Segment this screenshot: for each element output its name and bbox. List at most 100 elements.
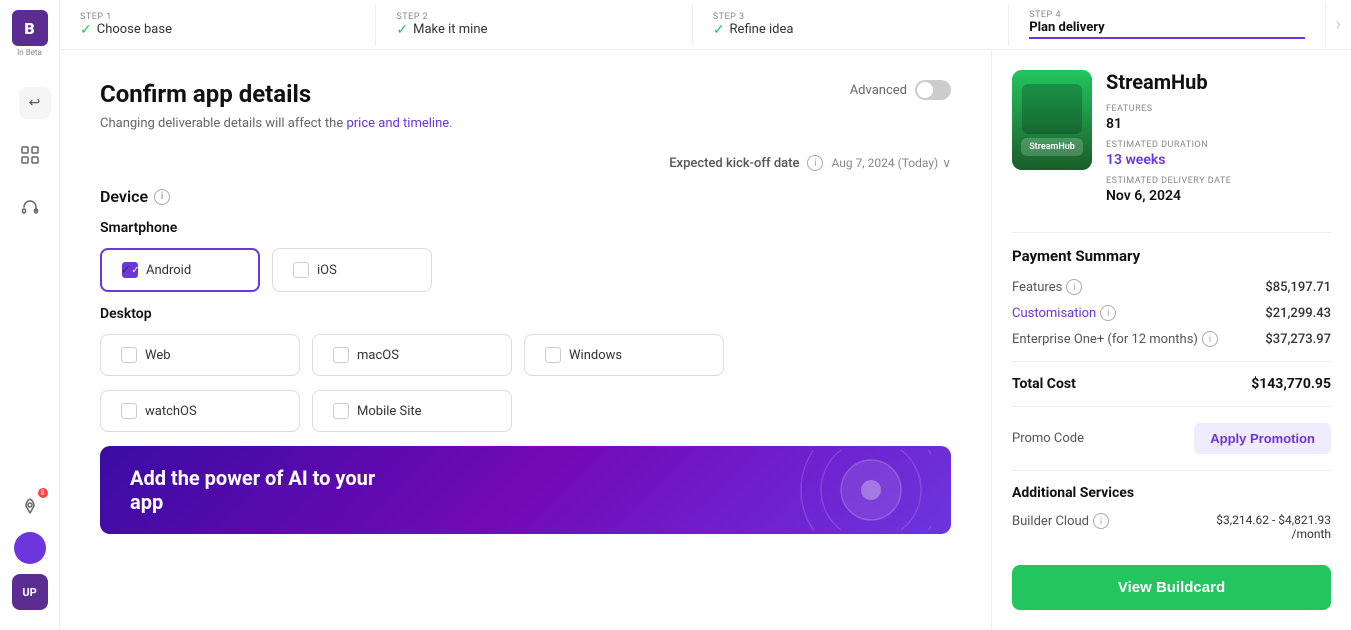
watchos-checkbox — [121, 403, 137, 419]
device-mobile-site[interactable]: Mobile Site — [312, 390, 512, 432]
additional-services-title: Additional Services — [1012, 485, 1331, 501]
step-3-check: ✓ — [713, 22, 725, 38]
undo-button[interactable]: ↩ — [19, 87, 51, 119]
mobile-site-checkbox — [333, 403, 349, 419]
features-value: 81 — [1106, 116, 1331, 132]
center-content: Confirm app details Changing deliverable… — [60, 50, 991, 630]
customisation-payment-label: Customisation i — [1012, 305, 1116, 321]
next-arrow: › — [1326, 14, 1351, 35]
kickoff-value[interactable]: Aug 7, 2024 (Today) ∨ — [831, 156, 951, 170]
thumbnail-logo: StreamHub — [1021, 138, 1083, 156]
mobile-site-label: Mobile Site — [357, 404, 422, 419]
web-checkbox — [121, 347, 137, 363]
content-area: Confirm app details Changing deliverable… — [60, 50, 1351, 630]
sidebar: B In Beta ↩ 8 — [0, 0, 60, 630]
macos-label: macOS — [357, 348, 399, 363]
beta-label: In Beta — [17, 48, 42, 57]
kickoff-chevron-icon: ∨ — [942, 156, 951, 170]
step-4[interactable]: STEP 4 Plan delivery — [1009, 2, 1325, 47]
upgrade-button[interactable]: UP — [12, 574, 48, 610]
ai-banner-text: Add the power of AI to your app — [130, 466, 410, 514]
app-thumbnail: StreamHub — [1012, 70, 1092, 170]
sidebar-rocket-icon[interactable]: 8 — [14, 490, 46, 522]
features-label: FEATURES — [1106, 104, 1331, 114]
kickoff-label: Expected kick-off date — [669, 156, 799, 171]
payment-row-enterprise: Enterprise One+ (for 12 months) i $37,27… — [1012, 331, 1331, 347]
app-thumbnail-inner: StreamHub — [1012, 70, 1092, 170]
builder-cloud-label: Builder Cloud i — [1012, 513, 1109, 529]
step-3-number: STEP 3 — [713, 12, 988, 22]
step-3-label: ✓ Refine idea — [713, 22, 988, 38]
service-row-builder-cloud: Builder Cloud i $3,214.62 - $4,821.93/mo… — [1012, 513, 1331, 541]
smartphone-section-title: Smartphone — [100, 220, 951, 236]
desktop-grid-2: watchOS Mobile Site — [100, 390, 951, 432]
ai-banner-decoration — [651, 446, 951, 534]
divider-1 — [1012, 232, 1331, 233]
step-2-check: ✓ — [396, 22, 408, 38]
app-logo[interactable]: B — [12, 10, 48, 46]
total-row: Total Cost $143,770.95 — [1012, 376, 1331, 392]
divider-3 — [1012, 406, 1331, 407]
features-payment-value: $85,197.71 — [1265, 280, 1331, 295]
android-checkbox: ✓ — [122, 262, 138, 278]
delivery-value: Nov 6, 2024 — [1106, 188, 1331, 204]
ios-checkbox — [293, 262, 309, 278]
step-2-label: ✓ Make it mine — [396, 22, 671, 38]
step-3[interactable]: STEP 3 ✓ Refine idea — [693, 4, 1009, 46]
customisation-info-icon[interactable]: i — [1100, 305, 1116, 321]
step-1-number: STEP 1 — [80, 12, 355, 22]
customisation-payment-value: $21,299.43 — [1265, 306, 1331, 321]
notification-badge: 8 — [38, 488, 48, 498]
enterprise-payment-label: Enterprise One+ (for 12 months) i — [1012, 331, 1218, 347]
step-4-number: STEP 4 — [1029, 10, 1304, 20]
payment-row-features: Features i $85,197.71 — [1012, 279, 1331, 295]
step-4-label: Plan delivery — [1029, 20, 1304, 39]
sidebar-grid-icon[interactable] — [14, 139, 46, 171]
step-2-number: STEP 2 — [396, 12, 671, 22]
web-label: Web — [145, 348, 171, 363]
builder-cloud-info-icon[interactable]: i — [1093, 513, 1109, 529]
page-subtitle: Changing deliverable details will affect… — [100, 116, 453, 131]
device-section-title: Device i — [100, 187, 951, 206]
ai-banner[interactable]: Add the power of AI to your app — [100, 446, 951, 534]
kickoff-info-icon[interactable]: i — [807, 155, 823, 171]
ios-label: iOS — [317, 263, 337, 278]
duration-value: 13 weeks — [1106, 152, 1331, 168]
smartphone-grid: ✓ Android iOS — [100, 248, 951, 292]
windows-label: Windows — [569, 348, 622, 363]
device-macos[interactable]: macOS — [312, 334, 512, 376]
device-info-icon[interactable]: i — [154, 189, 170, 205]
promo-section: Promo Code Apply Promotion — [1012, 423, 1331, 454]
device-android[interactable]: ✓ Android — [100, 248, 260, 292]
logo-area: B In Beta — [12, 10, 48, 57]
desktop-section-title: Desktop — [100, 306, 951, 322]
advanced-toggle-area: Advanced — [850, 80, 951, 100]
desktop-grid: Web macOS Windows — [100, 334, 951, 376]
app-name: StreamHub — [1106, 70, 1331, 94]
apply-promotion-button[interactable]: Apply Promotion — [1194, 423, 1331, 454]
sidebar-bottom: 8 UP — [12, 490, 48, 620]
device-watchos[interactable]: watchOS — [100, 390, 300, 432]
device-windows[interactable]: Windows — [524, 334, 724, 376]
features-payment-label: Features i — [1012, 279, 1082, 295]
device-web[interactable]: Web — [100, 334, 300, 376]
stepper: STEP 1 ✓ Choose base STEP 2 ✓ Make it mi… — [60, 0, 1351, 50]
features-info-icon[interactable]: i — [1066, 279, 1082, 295]
promo-label: Promo Code — [1012, 431, 1084, 446]
total-label: Total Cost — [1012, 376, 1076, 392]
view-buildcard-button[interactable]: View Buildcard — [1012, 565, 1331, 610]
app-preview: StreamHub StreamHub FEATURES 81 ESTIMATE… — [1012, 70, 1331, 212]
sidebar-headset-icon[interactable] — [14, 191, 46, 223]
right-panel: StreamHub StreamHub FEATURES 81 ESTIMATE… — [991, 50, 1351, 630]
enterprise-info-icon[interactable]: i — [1202, 331, 1218, 347]
user-avatar[interactable] — [14, 532, 46, 564]
enterprise-payment-value: $37,273.97 — [1265, 332, 1331, 347]
macos-checkbox — [333, 347, 349, 363]
main-wrapper: STEP 1 ✓ Choose base STEP 2 ✓ Make it mi… — [60, 0, 1351, 630]
payment-row-customisation: Customisation i $21,299.43 — [1012, 305, 1331, 321]
device-ios[interactable]: iOS — [272, 248, 432, 292]
step-1[interactable]: STEP 1 ✓ Choose base — [60, 4, 376, 46]
step-2[interactable]: STEP 2 ✓ Make it mine — [376, 4, 692, 46]
total-value: $143,770.95 — [1251, 376, 1331, 392]
advanced-toggle-switch[interactable] — [915, 80, 951, 100]
